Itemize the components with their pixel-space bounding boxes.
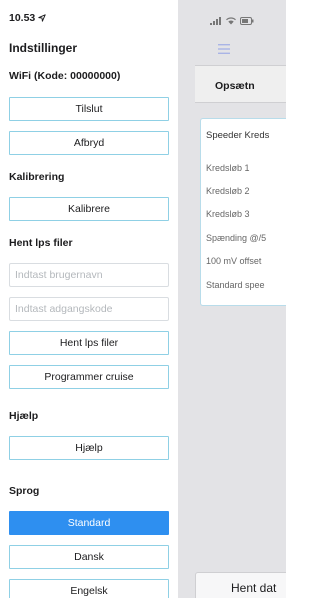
fetch-lps-section-label: Hent lps filer [9, 237, 73, 249]
panel-row: Kredsløb 3 [206, 209, 250, 219]
help-button[interactable]: Hjælp [9, 436, 169, 460]
location-arrow-icon [38, 14, 46, 22]
system-status-icons [210, 17, 254, 25]
calibrate-button[interactable]: Kalibrere [9, 197, 169, 221]
status-time-text: 10.53 [9, 12, 36, 24]
language-option-danish[interactable]: Dansk [9, 545, 169, 569]
password-input[interactable]: Indtast adgangskode [9, 297, 169, 321]
panel-title: Speeder Kreds [206, 130, 270, 141]
help-section-label: Hjælp [9, 410, 39, 422]
panel-row: Kredsløb 2 [206, 186, 250, 196]
wifi-icon [226, 17, 236, 25]
language-option-standard[interactable]: Standard [9, 511, 169, 535]
hamburger-menu-icon[interactable] [218, 44, 230, 54]
username-input[interactable]: Indtast brugernavn [9, 263, 169, 287]
drawer-title: Indstillinger [9, 41, 78, 55]
panel-row: Spænding @/5 [206, 233, 267, 243]
fetch-lps-button[interactable]: Hent lps filer [9, 331, 169, 355]
background-view[interactable]: Opsætn Speeder Kreds Kredsløb 1 Kredsløb… [178, 0, 286, 598]
program-cruise-button[interactable]: Programmer cruise [9, 365, 169, 389]
disconnect-button[interactable]: Afbryd [9, 131, 169, 155]
wifi-section-label: WiFi (Kode: 00000000) [9, 70, 121, 82]
calibration-section-label: Kalibrering [9, 171, 65, 183]
settings-drawer: 10.53 Indstillinger WiFi (Kode: 00000000… [0, 0, 178, 598]
status-bar-time: 10.53 [9, 12, 46, 24]
battery-icon [240, 17, 254, 25]
language-section-label: Sprog [9, 485, 40, 497]
page-title: Opsætn [215, 80, 255, 92]
panel-row: Kredsløb 1 [206, 163, 250, 173]
cellular-signal-icon [210, 17, 221, 25]
fetch-data-button[interactable]: Hent dat [195, 572, 286, 598]
connect-button[interactable]: Tilslut [9, 97, 169, 121]
panel-row: Standard spee [206, 280, 265, 290]
language-option-english[interactable]: Engelsk [9, 579, 169, 598]
panel-row: 100 mV offset [206, 256, 262, 266]
